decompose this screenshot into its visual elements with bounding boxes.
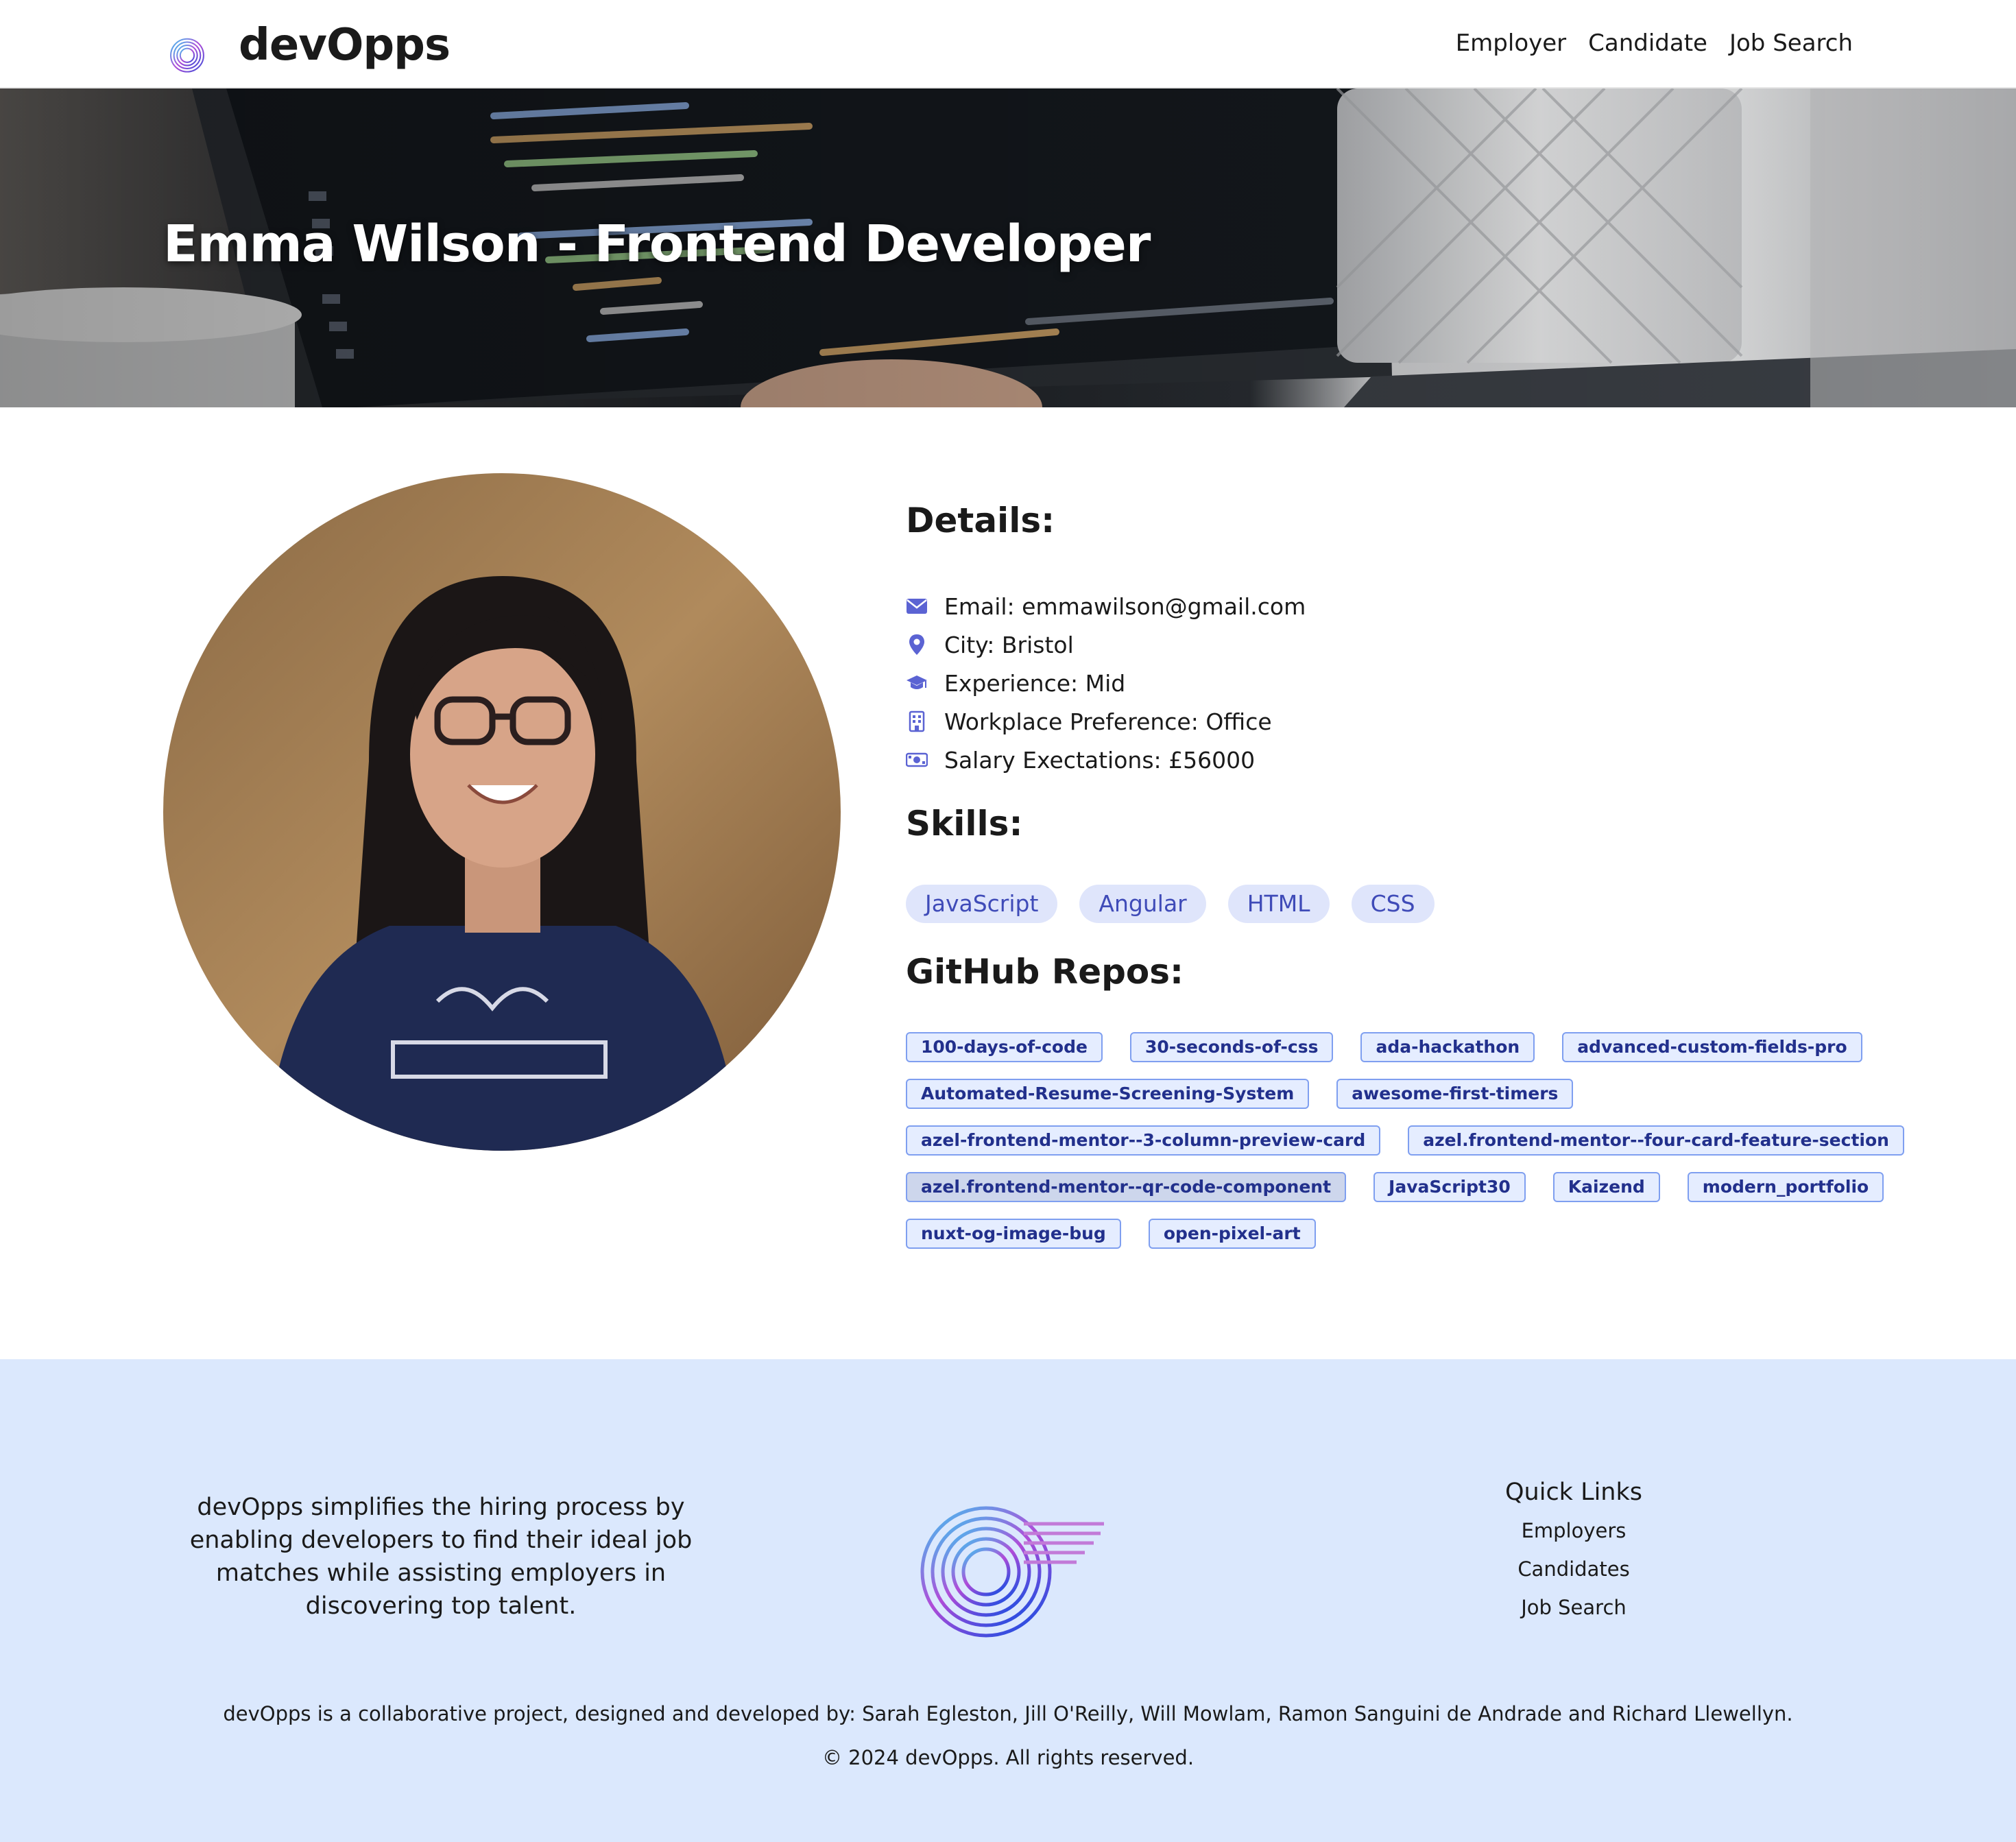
- skill-pill-angular: Angular: [1079, 885, 1206, 923]
- navbar: devOpps Employer Candidate Job Search: [0, 0, 2016, 88]
- devopps-logo-icon: [170, 16, 224, 73]
- building-icon: [906, 710, 928, 732]
- repo-row: Automated-Resume-Screening-System awesom…: [906, 1079, 1866, 1125]
- nav-job-search-link[interactable]: Job Search: [1729, 26, 1853, 60]
- repo-row: 100-days-of-code 30-seconds-of-css ada-h…: [906, 1032, 1866, 1079]
- detail-city-text: City: Bristol: [944, 631, 1074, 658]
- github-repos-heading: GitHub Repos:: [906, 952, 1184, 992]
- detail-experience-text: Experience: Mid: [944, 669, 1126, 697]
- footer: devOpps simplifies the hiring process by…: [0, 1359, 2016, 1842]
- skill-pill-css: CSS: [1351, 885, 1435, 923]
- brand-name: devOpps: [239, 20, 451, 71]
- detail-salary-text: Salary Exectations: £56000: [944, 746, 1256, 774]
- repo-row: azel.frontend-mentor--qr-code-component …: [906, 1172, 1884, 1219]
- repo-link[interactable]: advanced-custom-fields-pro: [1562, 1032, 1862, 1062]
- repo-link[interactable]: open-pixel-art: [1148, 1219, 1316, 1249]
- repo-link[interactable]: awesome-first-timers: [1336, 1079, 1574, 1109]
- nav-employer-link[interactable]: Employer: [1456, 26, 1566, 60]
- detail-workplace-text: Workplace Preference: Office: [944, 708, 1272, 735]
- repo-link[interactable]: azel-frontend-mentor--3-column-preview-c…: [906, 1125, 1381, 1156]
- nav-candidate-link[interactable]: Candidate: [1588, 26, 1707, 60]
- skill-pill-html: HTML: [1227, 885, 1330, 923]
- detail-workplace: Workplace Preference: Office: [906, 702, 1306, 741]
- repo-row: azel-frontend-mentor--3-column-preview-c…: [906, 1125, 1904, 1172]
- repo-link[interactable]: nuxt-og-image-bug: [906, 1219, 1121, 1249]
- map-pin-icon: [906, 634, 928, 656]
- hero-banner: Emma Wilson - Frontend Developer: [0, 88, 2016, 407]
- quick-links-heading: Quick Links: [1504, 1479, 1642, 1506]
- repo-link[interactable]: 30-seconds-of-css: [1129, 1032, 1334, 1062]
- repo-link[interactable]: azel.frontend-mentor--four-card-feature-…: [1408, 1125, 1904, 1156]
- detail-city: City: Bristol: [906, 625, 1306, 664]
- repo-link-selected[interactable]: azel.frontend-mentor--qr-code-component: [906, 1172, 1347, 1202]
- skills-list: JavaScript Angular HTML CSS: [906, 885, 1435, 923]
- brand-home-link[interactable]: devOpps: [163, 12, 451, 78]
- candidate-photo: [163, 473, 841, 1151]
- detail-list: Email: emmawilson@gmail.com City: Bristo…: [906, 587, 1306, 779]
- footer-blurb: devOpps simplifies the hiring process by…: [189, 1494, 693, 1620]
- skills-heading: Skills:: [906, 804, 1023, 844]
- detail-experience: Experience: Mid: [906, 664, 1306, 702]
- footer-job-search-link[interactable]: Job Search: [1440, 1588, 1707, 1627]
- footer-credits: devOpps is a collaborative project, desi…: [223, 1702, 1793, 1725]
- detail-email: Email: emmawilson@gmail.com: [906, 587, 1306, 625]
- quick-links: Quick Links Employers Candidates Job Sea…: [1440, 1473, 1707, 1627]
- details-heading: Details:: [906, 501, 1055, 540]
- detail-salary: Salary Exectations: £56000: [906, 741, 1306, 779]
- repo-link[interactable]: Kaizend: [1552, 1172, 1660, 1202]
- footer-logo: [905, 1442, 1111, 1647]
- repo-link[interactable]: modern_portfolio: [1687, 1172, 1884, 1202]
- page-title: Emma Wilson - Frontend Developer: [163, 215, 1151, 274]
- footer-candidates-link[interactable]: Candidates: [1440, 1550, 1707, 1588]
- skill-pill-javascript: JavaScript: [906, 885, 1058, 923]
- github-repos-list: 100-days-of-code 30-seconds-of-css ada-h…: [906, 1032, 1904, 1265]
- repo-link[interactable]: ada-hackathon: [1360, 1032, 1535, 1062]
- devopps-logo-icon: [920, 1448, 1104, 1638]
- repo-link[interactable]: 100-days-of-code: [906, 1032, 1103, 1062]
- main-nav: Employer Candidate Job Search: [1456, 26, 1853, 60]
- footer-copyright: © 2024 devOpps. All rights reserved.: [821, 1746, 1195, 1769]
- money-bill-icon: [906, 749, 928, 771]
- candidate-avatar: [163, 473, 841, 1151]
- repo-row: nuxt-og-image-bug open-pixel-art: [906, 1219, 1866, 1265]
- repo-link[interactable]: Automated-Resume-Screening-System: [906, 1079, 1310, 1109]
- detail-email-text: Email: emmawilson@gmail.com: [944, 593, 1306, 620]
- repo-link[interactable]: JavaScript30: [1373, 1172, 1526, 1202]
- envelope-icon: [906, 595, 928, 617]
- graduation-cap-icon: [906, 672, 928, 694]
- footer-employers-link[interactable]: Employers: [1440, 1511, 1707, 1550]
